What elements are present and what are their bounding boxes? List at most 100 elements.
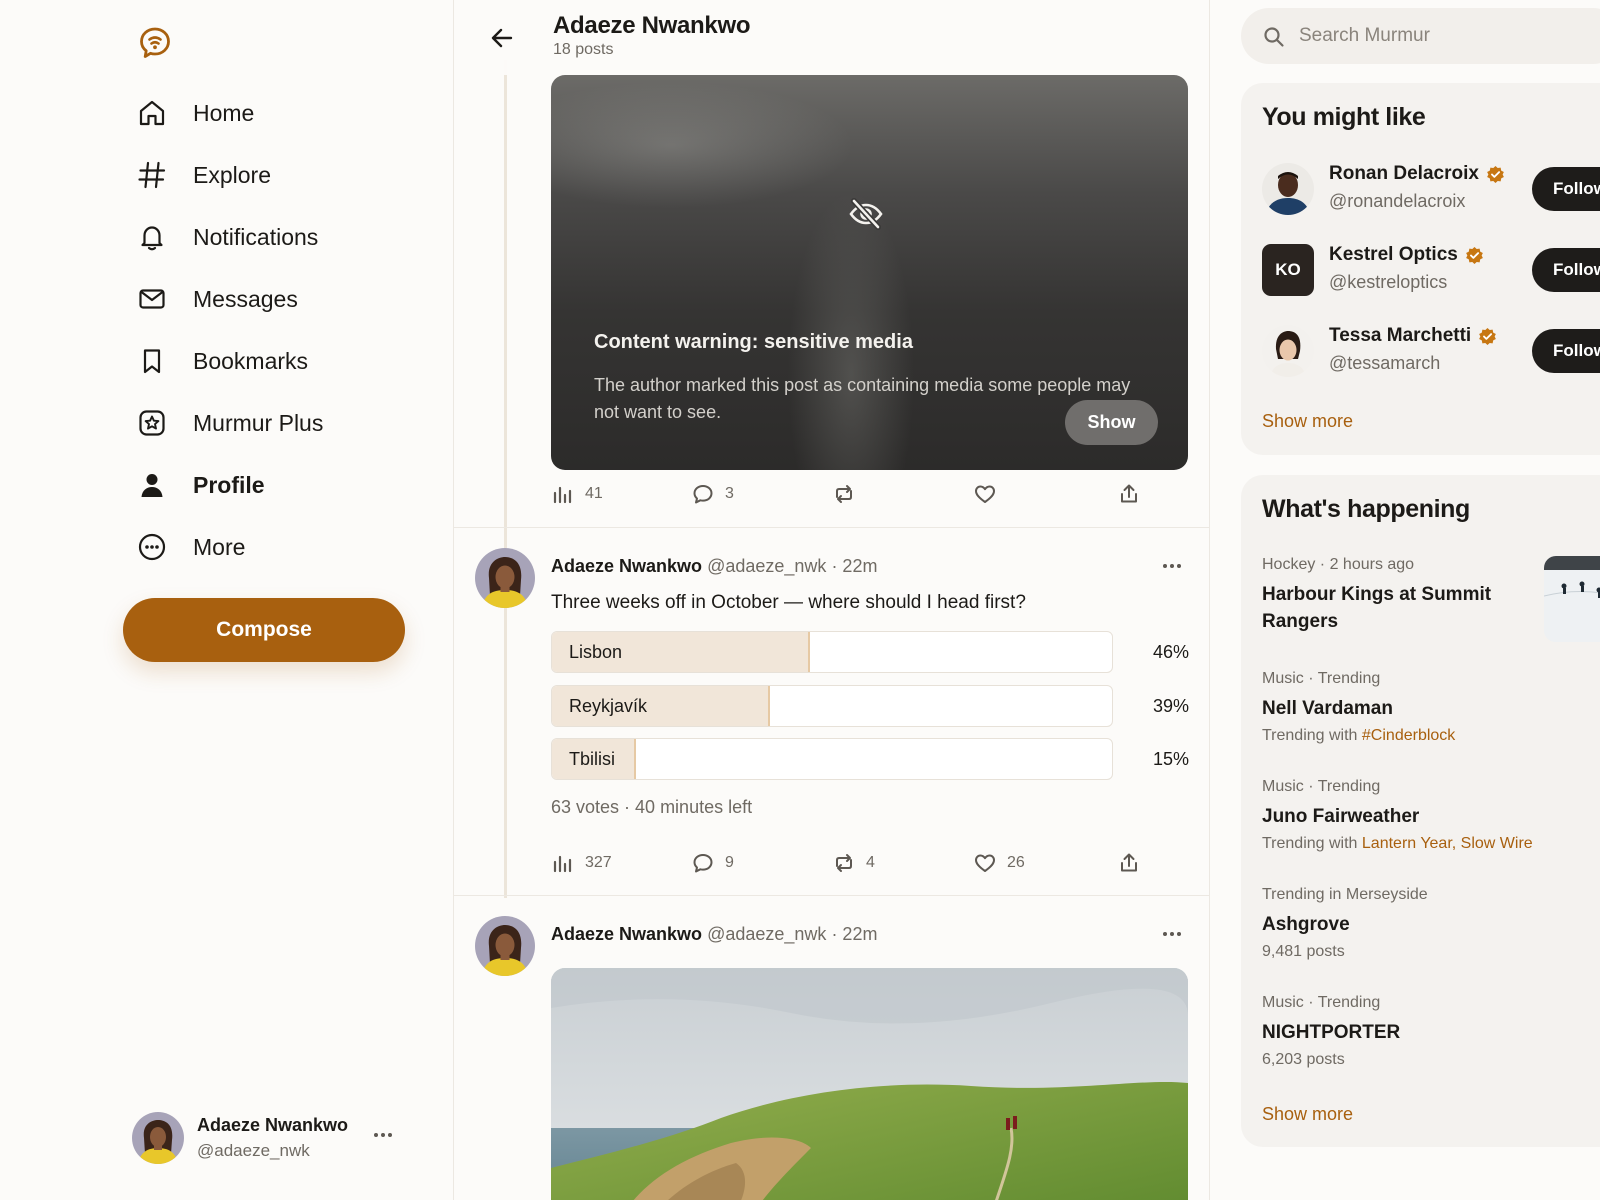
profile-header: Adaeze Nwankwo 18 posts [454, 0, 1209, 75]
nav-item-more[interactable]: More [136, 516, 323, 578]
views-stat[interactable]: 327 [551, 848, 612, 878]
nav-label: More [193, 533, 246, 560]
reply-button[interactable]: 3 [691, 479, 734, 509]
trend-tag-link[interactable]: #Cinderblock [1362, 727, 1455, 744]
suggestion-name: Kestrel Optics [1329, 244, 1484, 266]
trend-title: Juno Fairweather [1262, 806, 1420, 827]
repost-icon [836, 854, 852, 872]
coastal-landscape-image [551, 968, 1188, 1200]
sensitive-media-overlay[interactable]: Content warning: sensitive media The aut… [551, 75, 1188, 470]
post-divider [454, 895, 1209, 896]
trend-title: NIGHTPORTER [1262, 1022, 1401, 1043]
post-actions: 41 3 [551, 479, 1193, 509]
avatar [1262, 325, 1314, 377]
nav-item-home[interactable]: Home [136, 82, 323, 144]
like-button[interactable]: 26 [973, 848, 1025, 878]
verified-badge-icon [1479, 327, 1497, 345]
trend-item[interactable]: Music · Trending Nell Vardaman Trending … [1262, 670, 1582, 745]
avatar: KO [1262, 244, 1314, 296]
murmur-logo-icon[interactable] [138, 26, 172, 60]
nav-label: Notifications [193, 223, 319, 250]
repost-button[interactable] [832, 479, 856, 509]
avatar[interactable] [475, 916, 535, 976]
poll-option-label: Reykjavík [569, 696, 648, 716]
trend-sub: Trending with Lantern Year, Slow Wire [1262, 835, 1582, 853]
trend-meta: Music · Trending [1262, 994, 1381, 1011]
search-input[interactable] [1299, 20, 1599, 52]
nav-item-bookmarks[interactable]: Bookmarks [136, 330, 323, 392]
bell-icon [136, 221, 168, 253]
account-name: Adaeze Nwankwo [197, 1115, 349, 1135]
speech-bubble-icon [693, 485, 713, 504]
ellipsis-icon[interactable] [1160, 924, 1184, 944]
trend-title: Ashgrove [1262, 914, 1350, 935]
views-count: 41 [585, 485, 603, 502]
replies-count: 3 [725, 485, 734, 502]
post-meta: Adaeze Nwankwo @adaeze_nwk · 22m [551, 556, 877, 577]
search-icon [1264, 27, 1284, 47]
share-icon [1121, 484, 1137, 503]
poll-option-label: Lisbon [569, 642, 623, 662]
avatar[interactable] [475, 548, 535, 608]
reposts-count: 4 [866, 854, 875, 871]
nav-label: Bookmarks [193, 347, 309, 374]
trend-tag-link[interactable]: Lantern Year, Slow Wire [1362, 835, 1533, 852]
share-icon [1121, 853, 1137, 872]
hashtag-icon [136, 159, 168, 191]
suggestion-name-text: Kestrel Optics [1329, 244, 1458, 265]
nav-item-murmur-plus[interactable]: Murmur Plus [136, 392, 323, 454]
post-time: · 22m [831, 924, 878, 944]
show-more-link[interactable]: Show more [1262, 1104, 1353, 1125]
nav-item-notifications[interactable]: Notifications [136, 206, 323, 268]
trend-item[interactable]: Hockey · 2 hours ago Harbour Kings at Su… [1262, 556, 1532, 635]
nav-item-profile[interactable]: Profile [136, 454, 323, 516]
suggestion-name-text: Tessa Marchetti [1329, 325, 1472, 346]
trend-sub: 6,203 posts [1262, 1051, 1345, 1068]
author-name[interactable]: Adaeze Nwankwo [551, 556, 702, 576]
show-more-link[interactable]: Show more [1262, 411, 1353, 432]
follow-button[interactable]: Follow [1532, 248, 1600, 292]
poll-option[interactable]: Tbilisi [551, 738, 1113, 780]
avatar [132, 1112, 184, 1164]
poll-option[interactable]: Lisbon [551, 631, 1113, 673]
views-stat[interactable]: 41 [551, 479, 603, 509]
post-photo[interactable] [551, 968, 1188, 1200]
heart-icon [975, 854, 995, 872]
compose-button[interactable]: Compose [123, 598, 405, 662]
repost-button[interactable]: 4 [832, 848, 875, 878]
share-button[interactable] [1117, 479, 1141, 509]
nav-item-explore[interactable]: Explore [136, 144, 323, 206]
reply-button[interactable]: 9 [691, 848, 734, 878]
trend-item[interactable]: Music · Trending NIGHTPORTER 6,203 posts [1262, 994, 1582, 1069]
show-media-button[interactable]: Show [1065, 400, 1158, 445]
trend-item[interactable]: Trending in Merseyside Ashgrove 9,481 po… [1262, 886, 1582, 961]
account-switcher[interactable]: Adaeze Nwankwo @adaeze_nwk [132, 1112, 348, 1164]
share-button[interactable] [1117, 848, 1141, 878]
follow-button[interactable]: Follow [1532, 167, 1600, 211]
ellipsis-icon[interactable] [372, 1125, 394, 1145]
poll-option-label: Tbilisi [569, 749, 616, 769]
poll-option[interactable]: Reykjavík [551, 685, 1113, 727]
nav-label: Messages [193, 285, 298, 312]
like-button[interactable] [973, 479, 997, 509]
main-nav: Home Explore Notifications Messages Book… [136, 82, 323, 578]
ellipsis-icon[interactable] [1160, 556, 1184, 576]
back-button[interactable] [484, 20, 520, 56]
trend-meta: Music · Trending [1262, 778, 1381, 795]
post-meta: Adaeze Nwankwo @adaeze_nwk · 22m [551, 924, 877, 945]
poll-percent: 46% [1152, 642, 1189, 662]
star-badge-icon [136, 407, 168, 439]
follow-button[interactable]: Follow [1532, 329, 1600, 373]
account-handle: @adaeze_nwk [197, 1141, 310, 1160]
arrow-left-icon [491, 28, 513, 48]
post-divider [454, 527, 1209, 528]
bar-chart-icon [553, 855, 572, 873]
poll-percent: 39% [1152, 696, 1189, 716]
post-text: Three weeks off in October — where shoul… [551, 592, 1026, 613]
replies-count: 9 [725, 854, 734, 871]
bookmark-icon [136, 345, 168, 377]
nav-item-messages[interactable]: Messages [136, 268, 323, 330]
trend-thumbnail[interactable] [1544, 556, 1600, 642]
trend-item[interactable]: Music · Trending Juno Fairweather Trendi… [1262, 778, 1582, 853]
author-name[interactable]: Adaeze Nwankwo [551, 924, 702, 944]
